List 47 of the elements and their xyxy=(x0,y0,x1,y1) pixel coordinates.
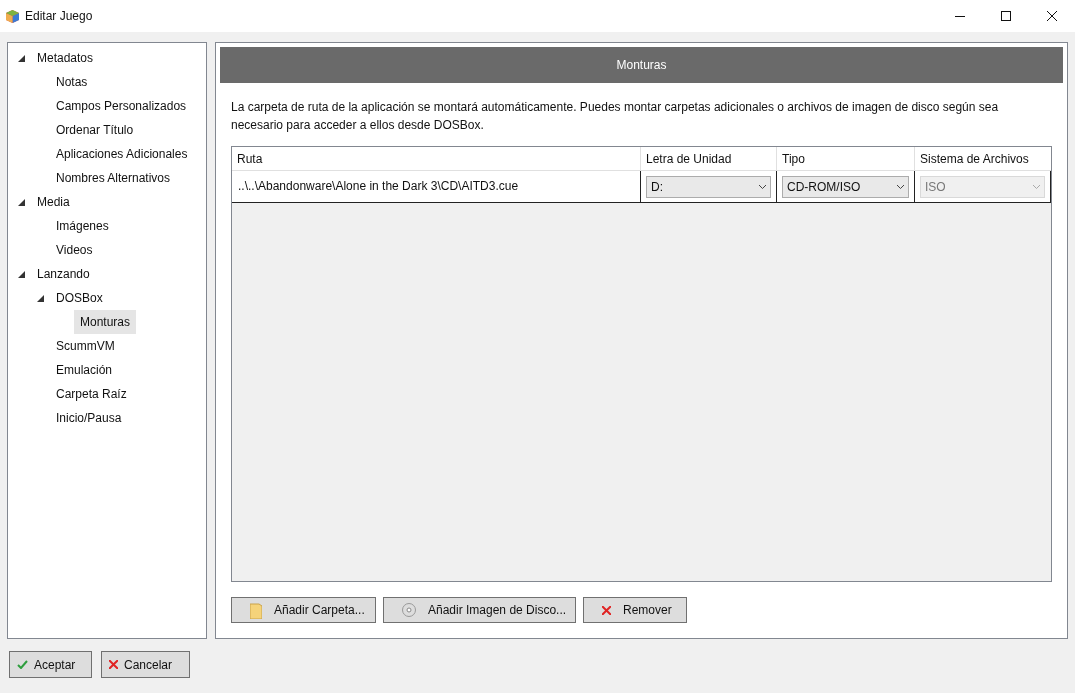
chevron-down-icon xyxy=(897,185,904,189)
tree-item[interactable]: Inicio/Pausa xyxy=(55,406,123,430)
column-header[interactable]: Sistema de Archivos xyxy=(915,147,1051,170)
dialog-button[interactable]: Cancelar xyxy=(101,651,190,678)
tree-item[interactable]: Videos xyxy=(55,238,94,262)
tree-item[interactable]: Ordenar Título xyxy=(55,118,135,142)
minimize-icon xyxy=(955,15,965,17)
tree-item[interactable]: DOSBox xyxy=(55,286,104,310)
cancel-icon xyxy=(109,660,118,669)
window-title: Editar Juego xyxy=(25,8,93,25)
column-header[interactable]: Tipo xyxy=(777,147,915,170)
app-logo-icon xyxy=(6,9,19,23)
dropdown[interactable]: CD-ROM/ISO xyxy=(782,176,909,198)
checkmark-icon xyxy=(17,660,28,669)
tree-item[interactable]: Monturas xyxy=(74,310,137,334)
action-button[interactable]: Añadir Imagen de Disco... xyxy=(383,597,576,623)
expanded-arrow-icon[interactable] xyxy=(18,198,25,206)
dialog-button[interactable]: Aceptar xyxy=(9,651,92,678)
action-button[interactable]: Añadir Carpeta... xyxy=(231,597,376,623)
chevron-down-icon xyxy=(759,185,766,189)
close-icon xyxy=(1047,11,1057,21)
expanded-arrow-icon[interactable] xyxy=(37,294,44,302)
tree-item[interactable]: Nombres Alternativos xyxy=(55,166,172,190)
expanded-arrow-icon[interactable] xyxy=(18,54,25,62)
tree-item[interactable]: Emulación xyxy=(55,358,114,382)
tree-item[interactable]: ScummVM xyxy=(55,334,116,358)
tree-item[interactable]: Media xyxy=(36,190,71,214)
remove-icon xyxy=(602,605,611,615)
action-button[interactable]: Remover xyxy=(583,597,687,623)
tree-item[interactable]: Campos Personalizados xyxy=(55,94,188,118)
folder-icon xyxy=(250,601,262,619)
maximize-icon xyxy=(1001,11,1011,21)
tree-item[interactable]: Notas xyxy=(55,70,89,94)
tree-item[interactable]: Metadatos xyxy=(36,46,95,70)
tree-item[interactable]: Carpeta Raíz xyxy=(55,382,128,406)
tree-item[interactable]: Aplicaciones Adicionales xyxy=(55,142,189,166)
description-text: La carpeta de ruta de la aplicación se montará automáticamente. Puedes montar carpetas adicionales o archivos de imagen de disco según sea necesario para acceder a ellos desde DOSBox. xyxy=(231,99,1000,134)
tree-item[interactable]: Imágenes xyxy=(55,214,110,238)
tree-item[interactable]: Lanzando xyxy=(36,262,91,286)
column-header[interactable]: Ruta xyxy=(232,147,641,170)
column-header[interactable]: Letra de Unidad xyxy=(641,147,777,170)
disc-icon xyxy=(402,603,416,617)
panel-header: Monturas xyxy=(220,47,1063,83)
table-cell: ..\..\Abandonware\Alone in the Dark 3\CD\AITD3.cue xyxy=(232,171,641,202)
dropdown[interactable]: D: xyxy=(646,176,771,198)
expanded-arrow-icon[interactable] xyxy=(18,270,25,278)
chevron-down-icon xyxy=(1033,185,1040,189)
